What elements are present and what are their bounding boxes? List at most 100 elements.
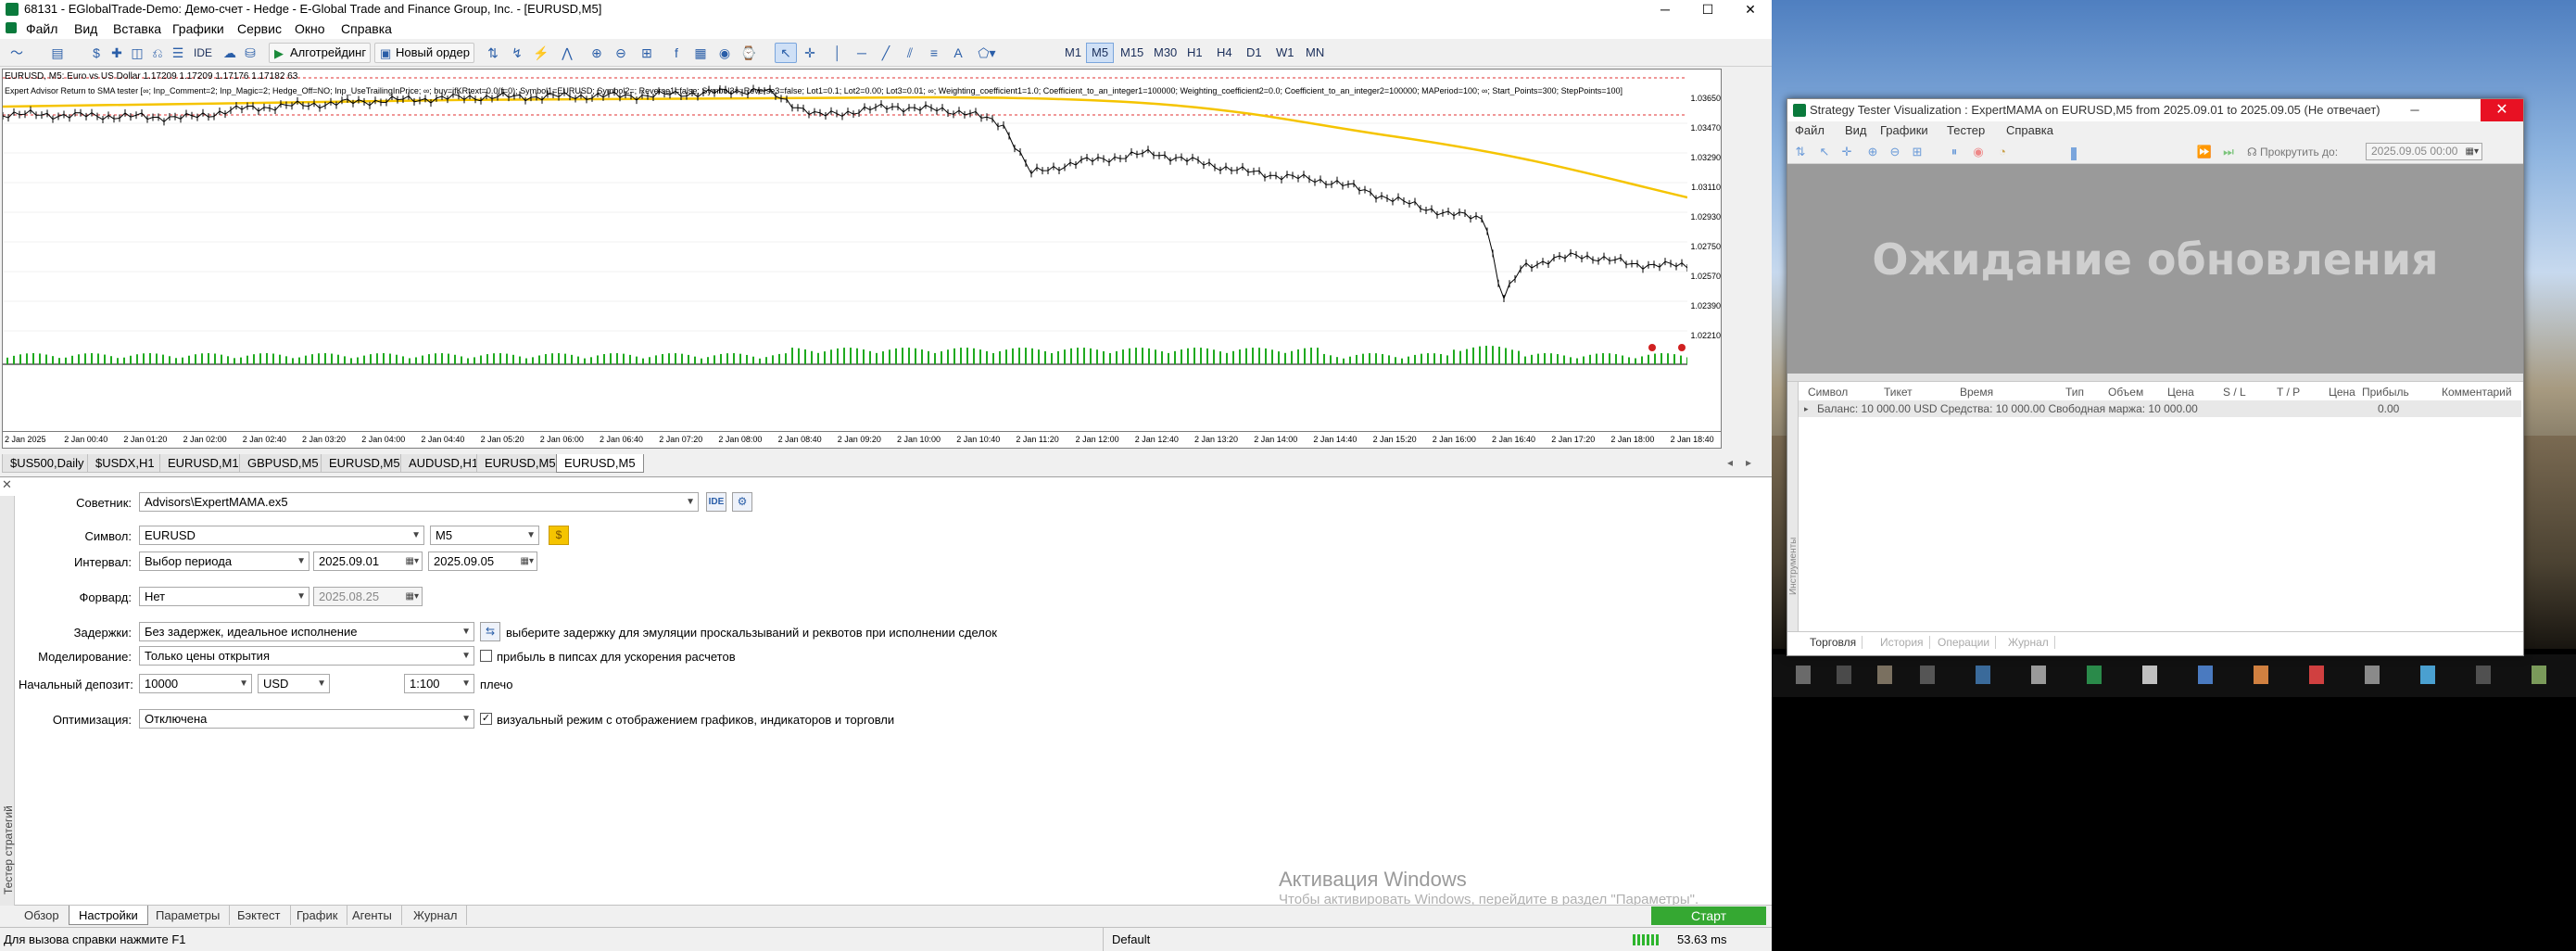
col-tp[interactable]: T / P: [2277, 386, 2300, 399]
menu-help[interactable]: Справка: [2006, 123, 2053, 137]
menu-insert[interactable]: Вставка: [113, 21, 161, 36]
stop-icon[interactable]: ◉: [1969, 144, 1988, 160]
menu-file[interactable]: Файл: [26, 21, 57, 36]
visual-mode-checkbox[interactable]: ✓: [480, 713, 492, 725]
tab-parameters[interactable]: Параметры: [146, 906, 231, 925]
profit-in-pips-checkbox[interactable]: [480, 650, 492, 662]
grid-icon[interactable]: ⊞: [1908, 144, 1926, 160]
timeframe-m15[interactable]: M15: [1116, 43, 1148, 63]
col-symbol[interactable]: Символ: [1808, 386, 1848, 399]
chart-tab[interactable]: $USDX,H1: [87, 454, 163, 473]
menu-tester[interactable]: Тестер: [1947, 123, 1985, 137]
vertical-line-icon[interactable]: │: [827, 43, 849, 63]
timeframe-m30[interactable]: M30: [1149, 43, 1181, 63]
community-icon[interactable]: ☁: [219, 43, 241, 63]
tab-backtest[interactable]: Бэктест: [228, 906, 291, 925]
menu-view[interactable]: Вид: [1845, 123, 1867, 137]
templates-icon[interactable]: ▦: [689, 43, 712, 63]
step-forward-icon[interactable]: ⏩: [2195, 144, 2214, 160]
desktop-icon[interactable]: [1796, 666, 1811, 684]
desktop-icon[interactable]: [1976, 666, 1990, 684]
desktop-icon[interactable]: [2365, 666, 2380, 684]
channel-icon[interactable]: ⫽: [899, 43, 921, 63]
text-label-icon[interactable]: A: [947, 43, 969, 63]
splitter[interactable]: [1787, 374, 2523, 381]
tab-journal[interactable]: Журнал: [404, 906, 468, 925]
symbol-properties-icon[interactable]: $: [549, 526, 569, 545]
timeframe-d1[interactable]: D1: [1242, 43, 1267, 63]
advisor-settings-icon[interactable]: ⚙: [732, 492, 752, 512]
trade-history-icon[interactable]: ↯: [506, 43, 528, 63]
tab-agents[interactable]: Агенты: [343, 906, 402, 925]
market-watch-icon[interactable]: $: [85, 43, 107, 63]
zoom-in-icon[interactable]: ⊕: [586, 43, 608, 63]
desktop-icon[interactable]: [2309, 666, 2324, 684]
data-window-icon[interactable]: ✚: [106, 43, 128, 63]
col-profit[interactable]: Прибыль: [2362, 386, 2409, 399]
timeframe-h1[interactable]: H1: [1182, 43, 1207, 63]
period-select[interactable]: M5 ▼: [430, 526, 539, 545]
indicators-icon[interactable]: f: [665, 43, 688, 63]
col-comment[interactable]: Комментарий: [2442, 386, 2512, 399]
open-ide-button[interactable]: IDE: [706, 492, 726, 512]
app-menu-icon[interactable]: [6, 22, 17, 33]
chart-tab[interactable]: $US500,Daily: [2, 454, 93, 473]
delays-select[interactable]: Без задержек, идеальное исполнение ▼: [139, 622, 474, 641]
col-volume[interactable]: Объем: [2108, 386, 2143, 399]
currency-select[interactable]: USD ▼: [258, 674, 330, 693]
tabs-scroll-right-icon[interactable]: ▸: [1746, 456, 1751, 469]
chart-line-icon[interactable]: ⋀: [556, 43, 578, 63]
optimization-select[interactable]: Отключена ▼: [139, 709, 474, 729]
timeframe-m1[interactable]: M1: [1060, 43, 1086, 63]
tab-overview[interactable]: Обзор: [15, 906, 69, 925]
chart-tab[interactable]: GBPUSD,M5: [239, 454, 327, 473]
col-price[interactable]: Цена: [2167, 386, 2194, 399]
ide-button[interactable]: IDE: [189, 43, 217, 63]
vps-icon[interactable]: ⛁: [239, 43, 261, 63]
timeframe-h4[interactable]: H4: [1212, 43, 1237, 63]
tab-settings[interactable]: Настройки: [69, 906, 148, 925]
menu-charts[interactable]: Графики: [1880, 123, 1928, 137]
col-time[interactable]: Время: [1960, 386, 1993, 399]
zoom-out-icon[interactable]: ⊖: [1886, 144, 1904, 160]
tile-windows-icon[interactable]: ⊞: [636, 43, 658, 63]
fibonacci-icon[interactable]: ≡: [923, 43, 945, 63]
desktop-icon[interactable]: [2198, 666, 2213, 684]
chart-tab[interactable]: EURUSD,M5: [321, 454, 409, 473]
navigator-icon[interactable]: ◫: [126, 43, 148, 63]
step-to-end-icon[interactable]: ⏭: [2219, 144, 2238, 160]
desktop-icon[interactable]: [1837, 666, 1851, 684]
algotrading-button[interactable]: ▶ Алготрейдинг: [269, 43, 372, 63]
close-button[interactable]: ✕: [2481, 99, 2523, 121]
tabs-scroll-left-icon[interactable]: ◂: [1727, 456, 1733, 469]
col-price-current[interactable]: Цена: [2329, 386, 2355, 399]
tester-icon[interactable]: ☰: [167, 43, 189, 63]
forward-date-field[interactable]: 2025.08.25 ▦▾: [313, 587, 423, 606]
desktop-icon[interactable]: [2254, 666, 2268, 684]
forward-select[interactable]: Нет ▼: [139, 587, 309, 606]
col-type[interactable]: Тип: [2065, 386, 2084, 399]
new-order-button[interactable]: ▣ Новый ордер: [374, 43, 474, 63]
desktop-icon[interactable]: [2476, 666, 2491, 684]
advisor-select[interactable]: Advisors\ExpertMAMA.ex5 ▼: [139, 492, 699, 512]
delay-settings-icon[interactable]: ⇆: [480, 622, 500, 641]
desktop-icon[interactable]: [2087, 666, 2102, 684]
speed-slider-handle[interactable]: [2071, 147, 2077, 160]
speed-icon[interactable]: ◔: [1993, 144, 2012, 160]
date-from-field[interactable]: 2025.09.01 ▦▾: [313, 552, 423, 571]
trade-icon[interactable]: ⇅: [1791, 144, 1810, 160]
zoom-in-icon[interactable]: ⊕: [1863, 144, 1882, 160]
tab-history[interactable]: История: [1875, 636, 1930, 649]
menu-help[interactable]: Справка: [341, 21, 392, 36]
trendline-icon[interactable]: ╱: [875, 43, 897, 63]
tab-operations[interactable]: Операции: [1932, 636, 1997, 649]
desktop-icon[interactable]: [1877, 666, 1892, 684]
chart-tab[interactable]: EURUSD,M5: [476, 454, 564, 473]
pause-icon[interactable]: ⏸: [1945, 144, 1964, 160]
interval-select[interactable]: Выбор периода ▼: [139, 552, 309, 571]
minimize-button[interactable]: ─: [1644, 0, 1686, 19]
timeframe-w1[interactable]: W1: [1271, 43, 1299, 63]
tab-journal[interactable]: Журнал: [2002, 636, 2055, 649]
price-chart[interactable]: EURUSD, M5: Euro vs US Dollar 1.17209 1.…: [2, 69, 1722, 432]
date-to-field[interactable]: 2025.09.05 ▦▾: [428, 552, 537, 571]
